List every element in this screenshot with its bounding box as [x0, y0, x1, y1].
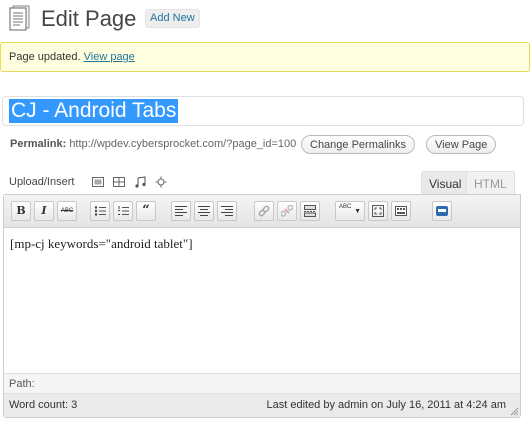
notice-text: Page updated. — [9, 51, 84, 63]
bullet-list-icon — [94, 206, 106, 216]
bullet-list-button[interactable] — [90, 201, 110, 221]
kitchen-sink-button[interactable] — [391, 201, 411, 221]
change-permalinks-button[interactable]: Change Permalinks — [301, 135, 415, 154]
last-edited: Last edited by admin on July 16, 2011 at… — [266, 399, 506, 411]
unlink-icon — [281, 205, 293, 217]
audio-icon[interactable] — [134, 176, 146, 188]
tab-visual[interactable]: Visual — [421, 171, 470, 195]
page-title: Edit Page — [41, 6, 137, 31]
editor-content[interactable]: [mp-cj keywords="android tablet"] — [10, 236, 193, 252]
media-icon[interactable] — [155, 176, 167, 188]
bold-button[interactable]: B — [11, 201, 31, 221]
more-tag-icon — [304, 205, 316, 217]
title-value[interactable]: CJ - Android Tabs — [9, 99, 179, 123]
align-right-icon — [221, 206, 233, 216]
italic-button[interactable]: I — [34, 201, 54, 221]
spellcheck-button[interactable]: ABC ▼ — [335, 201, 365, 221]
chevron-down-icon[interactable]: ▼ — [354, 207, 361, 217]
path-bar: Path: — [4, 373, 520, 393]
fullscreen-icon — [372, 205, 384, 217]
image-icon[interactable] — [92, 176, 104, 188]
kitchen-sink-icon — [395, 206, 407, 216]
resize-grip-icon[interactable] — [509, 406, 519, 416]
unlink-button[interactable] — [277, 201, 297, 221]
align-left-button[interactable] — [171, 201, 191, 221]
spellcheck-label: ABC — [339, 204, 352, 210]
permalink: Permalink: http://wpdev.cybersprocket.co… — [10, 138, 296, 150]
editor-toolbar: B I ABC “ ABC ▼ — [4, 195, 520, 228]
view-page-link[interactable]: View page — [84, 51, 135, 63]
link-icon — [258, 205, 270, 217]
video-icon[interactable] — [113, 176, 125, 188]
strikethrough-button[interactable]: ABC — [57, 201, 77, 221]
permalink-label: Permalink: — [10, 138, 67, 150]
title-input[interactable]: CJ - Android Tabs — [2, 96, 524, 126]
update-notice: Page updated. View page — [0, 42, 530, 72]
blockquote-button[interactable]: “ — [136, 201, 156, 221]
status-bar: Word count: 3 Last edited by admin on Ju… — [4, 393, 520, 417]
align-center-button[interactable] — [194, 201, 214, 221]
view-page-button[interactable]: View Page — [426, 135, 497, 154]
fullscreen-button[interactable] — [368, 201, 388, 221]
word-count: Word count: 3 — [9, 399, 78, 411]
content-editor: B I ABC “ ABC ▼ [mp-cj keywords="android… — [3, 194, 521, 418]
align-left-icon — [175, 206, 187, 216]
insert-more-button[interactable] — [300, 201, 320, 221]
numbered-list-button[interactable] — [113, 201, 133, 221]
upload-insert-label: Upload/Insert — [9, 176, 75, 188]
page-icon — [9, 5, 30, 31]
insert-link-button[interactable] — [254, 201, 274, 221]
permalink-url: http://wpdev.cybersprocket.com/?page_id=… — [69, 138, 297, 150]
tab-html[interactable]: HTML — [466, 171, 515, 195]
align-right-button[interactable] — [217, 201, 237, 221]
numbered-list-icon — [118, 206, 129, 215]
add-new-button[interactable]: Add New — [145, 9, 200, 28]
plugin-button[interactable] — [432, 201, 452, 221]
plugin-icon — [436, 206, 448, 216]
align-center-icon — [198, 206, 210, 216]
